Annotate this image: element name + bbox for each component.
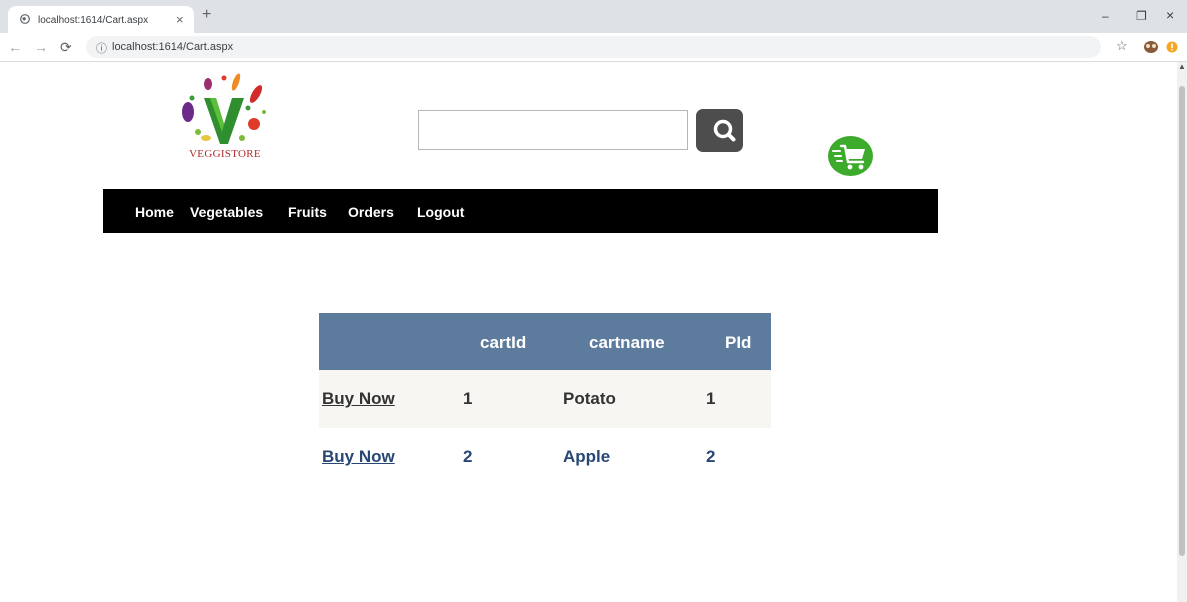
header-pid: PId bbox=[725, 333, 752, 352]
browser-tabstrip: localhost:1614/Cart.aspx × + – ❐ × bbox=[0, 0, 1187, 33]
cell-pid: 1 bbox=[706, 389, 716, 408]
forward-icon[interactable]: → bbox=[34, 39, 48, 55]
search-input[interactable] bbox=[418, 110, 688, 150]
browser-tab[interactable]: localhost:1614/Cart.aspx × bbox=[8, 6, 194, 33]
header-cartid: cartId bbox=[480, 333, 527, 352]
tab-title: localhost:1614/Cart.aspx bbox=[38, 15, 149, 26]
bookmark-star-icon[interactable]: ☆ bbox=[1116, 38, 1128, 54]
buy-now-link[interactable]: Buy Now bbox=[322, 389, 395, 409]
nav-logout[interactable]: Logout bbox=[417, 204, 464, 220]
nav-orders[interactable]: Orders bbox=[348, 204, 394, 220]
globe-icon bbox=[20, 14, 30, 24]
logo-text: VEGGISTORE bbox=[189, 148, 261, 160]
restore-button[interactable]: ❐ bbox=[1136, 9, 1147, 23]
magnifier-icon bbox=[713, 119, 736, 142]
cell-pid: 2 bbox=[706, 447, 716, 466]
cell-cartid: 2 bbox=[463, 447, 473, 466]
address-bar: ← → ⟳ ⓘ localhost:1614/Cart.aspx ☆ bbox=[0, 33, 1187, 62]
new-tab-button[interactable]: + bbox=[202, 6, 211, 24]
url-field[interactable]: ⓘ localhost:1614/Cart.aspx bbox=[86, 36, 1101, 58]
table-row: Buy Now 1 Potato 1 bbox=[319, 370, 771, 428]
nav-fruits[interactable]: Fruits bbox=[288, 204, 327, 220]
window-close-button[interactable]: × bbox=[1166, 7, 1174, 23]
shopping-cart-icon[interactable] bbox=[828, 136, 873, 176]
scrollbar-thumb[interactable] bbox=[1179, 86, 1185, 556]
header-cartname: cartname bbox=[589, 333, 665, 352]
search-button[interactable] bbox=[696, 109, 743, 152]
tab-close-icon[interactable]: × bbox=[176, 12, 184, 27]
nav-home[interactable]: Home bbox=[135, 204, 174, 220]
minimize-button[interactable]: – bbox=[1102, 9, 1109, 23]
nav-vegetables[interactable]: Vegetables bbox=[190, 204, 263, 220]
table-header-row: cartId cartname PId bbox=[319, 313, 771, 370]
info-icon[interactable]: ⓘ bbox=[96, 40, 107, 56]
cell-cartid: 1 bbox=[463, 389, 473, 408]
page-scrollbar[interactable]: ▲ bbox=[1177, 62, 1187, 602]
cell-cartname: Apple bbox=[563, 447, 611, 466]
buy-now-link[interactable]: Buy Now bbox=[322, 447, 395, 467]
scroll-up-icon[interactable]: ▲ bbox=[1178, 62, 1186, 71]
cell-cartname: Potato bbox=[563, 389, 616, 408]
main-navbar: Home Vegetables Fruits Orders Logout bbox=[103, 189, 938, 233]
reload-icon[interactable]: ⟳ bbox=[60, 39, 72, 56]
url-text: localhost:1614/Cart.aspx bbox=[112, 41, 234, 53]
back-icon[interactable]: ← bbox=[8, 39, 22, 55]
profile-icon[interactable] bbox=[1166, 41, 1178, 53]
extension-icon[interactable] bbox=[1142, 39, 1160, 55]
table-row: Buy Now 2 Apple 2 bbox=[319, 428, 771, 486]
